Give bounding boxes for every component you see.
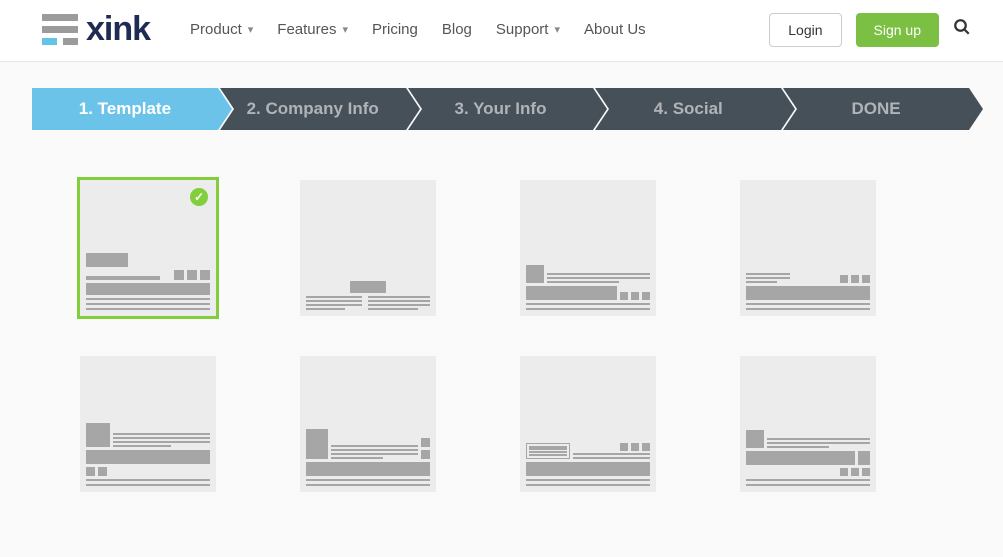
step-label: 4. Social <box>654 99 723 119</box>
step-template[interactable]: 1. Template <box>32 88 218 130</box>
nav-features[interactable]: Features ▾ <box>277 21 348 38</box>
step-social[interactable]: 4. Social <box>595 88 781 130</box>
login-button[interactable]: Login <box>769 13 841 47</box>
step-label: 3. Your Info <box>455 99 547 119</box>
template-thumbnail-icon <box>306 429 430 486</box>
template-thumbnail-icon <box>306 281 430 310</box>
template-card[interactable] <box>520 180 656 316</box>
template-thumbnail-icon <box>86 253 210 310</box>
chevron-down-icon: ▾ <box>554 23 560 36</box>
step-label: 2. Company Info <box>247 99 379 119</box>
logo-mark-icon <box>42 14 78 45</box>
primary-nav: Product ▾ Features ▾ Pricing Blog Suppor… <box>190 21 769 38</box>
template-card[interactable] <box>300 180 436 316</box>
logo[interactable]: xink <box>42 10 150 49</box>
nav-support-label: Support <box>496 21 549 38</box>
template-card[interactable] <box>520 356 656 492</box>
step-label: DONE <box>852 99 901 119</box>
chevron-down-icon: ▾ <box>248 23 254 36</box>
nav-pricing[interactable]: Pricing <box>372 21 418 38</box>
header-actions: Login Sign up <box>769 13 971 47</box>
nav-support[interactable]: Support ▾ <box>496 21 560 38</box>
nav-product-label: Product <box>190 21 242 38</box>
template-card[interactable] <box>80 356 216 492</box>
header: xink Product ▾ Features ▾ Pricing Blog S… <box>0 0 1003 62</box>
check-icon: ✓ <box>190 188 208 206</box>
nav-about[interactable]: About Us <box>584 21 646 38</box>
nav-about-label: About Us <box>584 21 646 38</box>
chevron-down-icon: ▾ <box>342 23 348 36</box>
nav-features-label: Features <box>277 21 336 38</box>
template-thumbnail-icon <box>526 443 650 486</box>
step-your-info[interactable]: 3. Your Info <box>408 88 594 130</box>
wizard-steps: 1. Template 2. Company Info 3. Your Info… <box>32 88 971 130</box>
nav-blog[interactable]: Blog <box>442 21 472 38</box>
template-card[interactable]: ✓ <box>80 180 216 316</box>
search-icon[interactable] <box>953 18 971 41</box>
nav-product[interactable]: Product ▾ <box>190 21 253 38</box>
template-thumbnail-icon <box>746 273 870 310</box>
step-label: 1. Template <box>79 99 171 119</box>
step-done[interactable]: DONE <box>783 88 969 130</box>
template-thumbnail-icon <box>526 265 650 310</box>
template-thumbnail-icon <box>746 430 870 486</box>
nav-pricing-label: Pricing <box>372 21 418 38</box>
step-company-info[interactable]: 2. Company Info <box>220 88 406 130</box>
template-card[interactable] <box>740 356 876 492</box>
signup-button[interactable]: Sign up <box>856 13 939 47</box>
template-thumbnail-icon <box>86 423 210 486</box>
template-grid: ✓ <box>80 180 1003 492</box>
nav-blog-label: Blog <box>442 21 472 38</box>
template-card[interactable] <box>300 356 436 492</box>
logo-text: xink <box>86 10 150 49</box>
template-card[interactable] <box>740 180 876 316</box>
